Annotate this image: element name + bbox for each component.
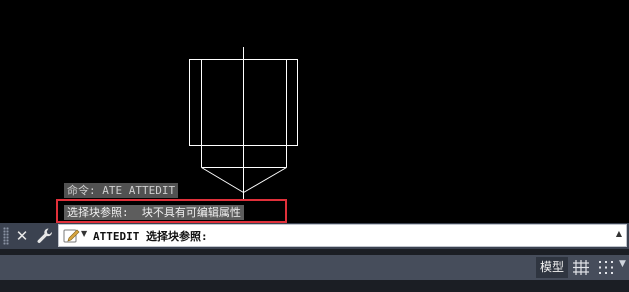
grid-icon[interactable]	[572, 259, 590, 276]
command-line-bar: ✕ ▼ ATTEDIT 选择块参照: ▲	[0, 223, 629, 249]
command-input[interactable]: ▼ ATTEDIT 选择块参照: ▲	[58, 224, 627, 247]
grip-icon[interactable]	[3, 227, 9, 245]
wrench-icon[interactable]	[35, 226, 55, 246]
model-tab[interactable]: 模型	[536, 257, 568, 278]
chevron-down-icon[interactable]: ▼	[619, 259, 626, 269]
bottom-strip	[0, 280, 629, 292]
close-command-line-button[interactable]: ✕	[12, 225, 32, 247]
command-pen-icon[interactable]	[63, 227, 81, 244]
tip-right-line	[243, 167, 287, 193]
status-bar: 模型 ▼	[0, 255, 629, 280]
chevron-up-icon[interactable]: ▲	[616, 229, 622, 238]
snap-icon[interactable]	[597, 259, 615, 276]
highlight-frame	[56, 199, 287, 223]
command-prompt-text: ATTEDIT 选择块参照:	[93, 230, 208, 243]
command-history-line: 命令: ATE ATTEDIT	[64, 183, 179, 198]
chevron-down-icon[interactable]: ▼	[81, 229, 87, 238]
tip-left-line	[201, 167, 244, 193]
drawing-canvas[interactable]: 命令: ATE ATTEDIT 选择块参照: 块不具有可编辑属性	[0, 0, 629, 223]
